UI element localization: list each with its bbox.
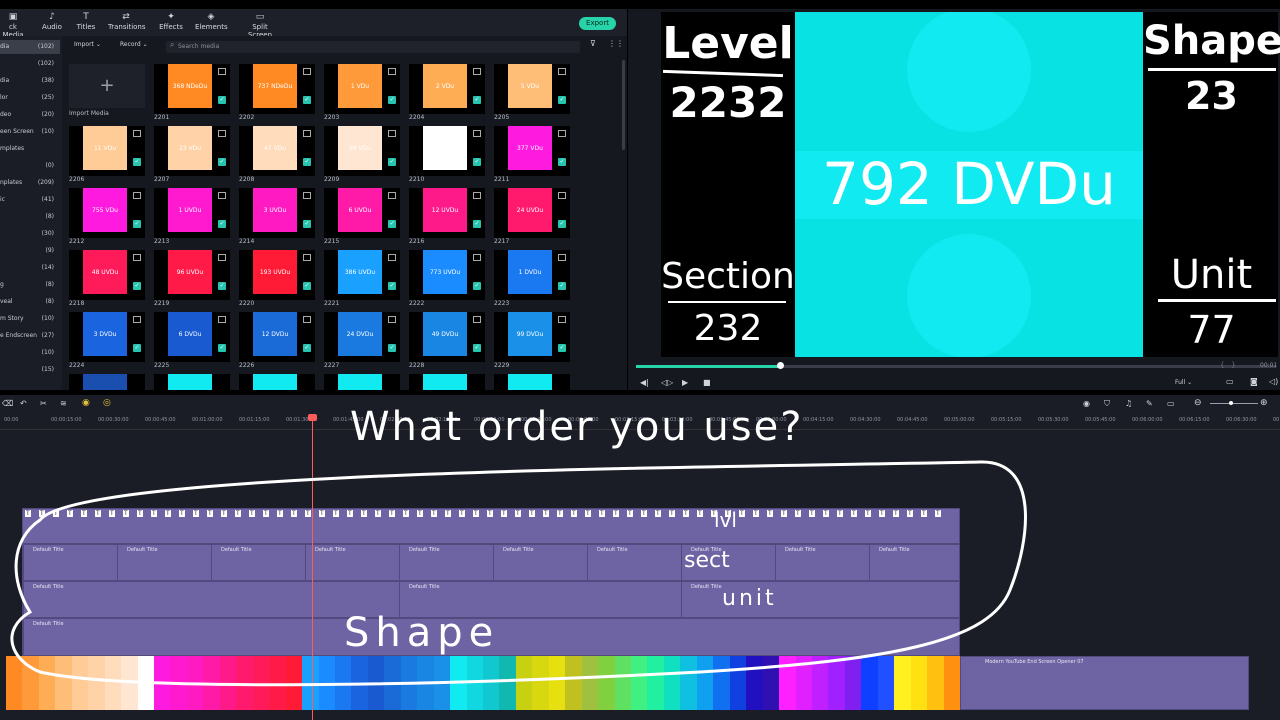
handwritten-overlay (10, 460, 1027, 687)
question-annotation: What order you use? (350, 404, 804, 450)
lvl-annotation: lvl (714, 508, 737, 532)
shape-annotation: Shape (344, 610, 500, 656)
sect-annotation: sect (684, 548, 730, 573)
circle-annotation (10, 460, 1027, 687)
unit-annotation: unit (722, 586, 777, 611)
